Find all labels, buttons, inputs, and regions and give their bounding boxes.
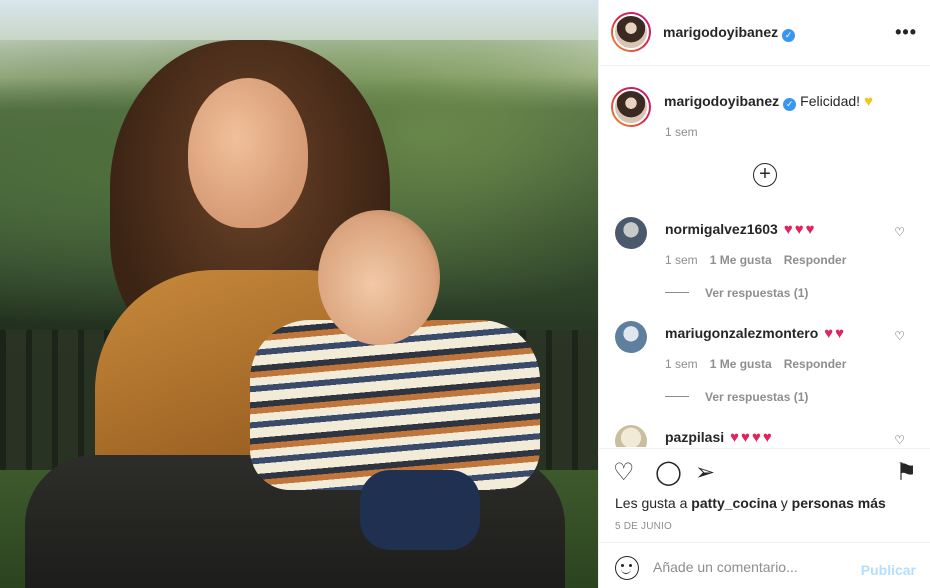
likes-summary: Les gusta a patty_cocina y personas más <box>615 495 886 511</box>
comment-item: mariugonzalezmontero ♥♥ ♡ 1 sem 1 Me gusta… <box>599 321 930 425</box>
photo-baby-head <box>318 210 440 345</box>
post-actions: ♡ ◯ ➢ ⚑ Les gusta a patty_cocina y perso… <box>599 448 930 540</box>
comment-like-icon[interactable]: ♡ <box>894 329 905 343</box>
commenter-avatar[interactable] <box>615 217 647 249</box>
author-username-text[interactable]: marigodoyibanez <box>663 24 778 40</box>
red-hearts-icon: ♥♥♥ <box>783 221 817 238</box>
likes-more-link[interactable]: personas más <box>792 495 886 511</box>
author-username[interactable]: marigodoyibanez ✓ <box>663 24 796 42</box>
post-caption: marigodoyibanez ✓ Felicidad! ♥ 1 sem <box>599 67 930 147</box>
reply-button[interactable]: Responder <box>784 253 847 267</box>
commenter-username[interactable]: normigalvez1603 <box>665 221 778 237</box>
comments-panel[interactable]: marigodoyibanez ✓ Felicidad! ♥ 1 sem + norm… <box>599 67 930 447</box>
like-heart-icon[interactable]: ♡ <box>613 459 635 487</box>
photo-baby-pants <box>360 470 480 550</box>
comment-input[interactable] <box>653 554 853 580</box>
comment-like-icon[interactable]: ♡ <box>894 225 905 239</box>
emoji-smiley-icon[interactable] <box>615 556 639 580</box>
view-replies-button[interactable]: Ver respuestas (1) <box>665 286 808 300</box>
yellow-heart-icon: ♥ <box>864 93 873 110</box>
likes-and: y <box>780 495 788 511</box>
replies-dash <box>665 396 689 397</box>
comment-time[interactable]: 1 sem <box>665 357 698 371</box>
comment-like-icon[interactable]: ♡ <box>894 433 905 447</box>
caption-avatar[interactable] <box>611 87 651 127</box>
comment-line: normigalvez1603 ♥♥♥ <box>665 221 817 238</box>
comment-composer: Publicar <box>599 542 930 588</box>
commenter-username[interactable]: mariugonzalezmontero <box>665 325 818 341</box>
commenter-username[interactable]: pazpilasi <box>665 429 724 445</box>
reply-button[interactable]: Responder <box>784 357 847 371</box>
caption-text: Felicidad! <box>800 93 861 109</box>
comment-time[interactable]: 1 sem <box>665 253 698 267</box>
save-bookmark-icon[interactable]: ⚑ <box>895 459 917 487</box>
publish-button[interactable]: Publicar <box>861 562 916 578</box>
commenter-avatar[interactable] <box>615 425 647 447</box>
more-options-icon[interactable]: ••• <box>895 22 917 43</box>
post-photo[interactable] <box>0 0 598 588</box>
share-paper-plane-icon[interactable]: ➢ <box>695 459 715 487</box>
comment-meta: 1 sem 1 Me gusta Responder <box>665 357 858 371</box>
photo-baby-sweater <box>250 320 540 490</box>
view-replies-button[interactable]: Ver respuestas (1) <box>665 390 808 404</box>
post-header: marigodoyibanez ✓ ••• <box>599 0 930 66</box>
comment-bubble-icon[interactable]: ◯ <box>655 459 682 487</box>
post-sidebar: marigodoyibanez ✓ ••• marigodoyibanez ✓ Fel… <box>598 0 930 588</box>
post-date[interactable]: 5 DE JUNIO <box>615 521 672 532</box>
view-replies-label[interactable]: Ver respuestas (1) <box>705 390 808 404</box>
caption-line: marigodoyibanez ✓ Felicidad! ♥ <box>664 93 873 111</box>
caption-username[interactable]: marigodoyibanez <box>664 93 779 109</box>
likes-prefix: Les gusta a <box>615 495 688 511</box>
commenter-avatar[interactable] <box>615 321 647 353</box>
comment-line: pazpilasi ♥♥♥♥ <box>665 429 774 446</box>
verified-badge-icon: ✓ <box>782 29 796 42</box>
red-hearts-icon: ♥♥♥♥ <box>730 429 774 446</box>
comment-item: normigalvez1603 ♥♥♥ ♡ 1 sem 1 Me gusta Resp… <box>599 217 930 321</box>
comment-meta: 1 sem 1 Me gusta Responder <box>665 253 858 267</box>
likes-user-link[interactable]: patty_cocina <box>691 495 777 511</box>
view-replies-label[interactable]: Ver respuestas (1) <box>705 286 808 300</box>
load-more-comments-icon[interactable]: + <box>753 163 777 187</box>
replies-dash <box>665 292 689 293</box>
verified-badge-icon: ✓ <box>783 98 797 111</box>
author-avatar[interactable] <box>611 12 651 52</box>
caption-time[interactable]: 1 sem <box>665 125 698 139</box>
comment-likes[interactable]: 1 Me gusta <box>710 253 772 267</box>
red-hearts-icon: ♥♥ <box>824 325 847 342</box>
photo-woman-face <box>188 78 308 228</box>
comment-likes[interactable]: 1 Me gusta <box>710 357 772 371</box>
comment-item: pazpilasi ♥♥♥♥ ♡ <box>599 425 930 447</box>
comment-line: mariugonzalezmontero ♥♥ <box>665 325 846 342</box>
